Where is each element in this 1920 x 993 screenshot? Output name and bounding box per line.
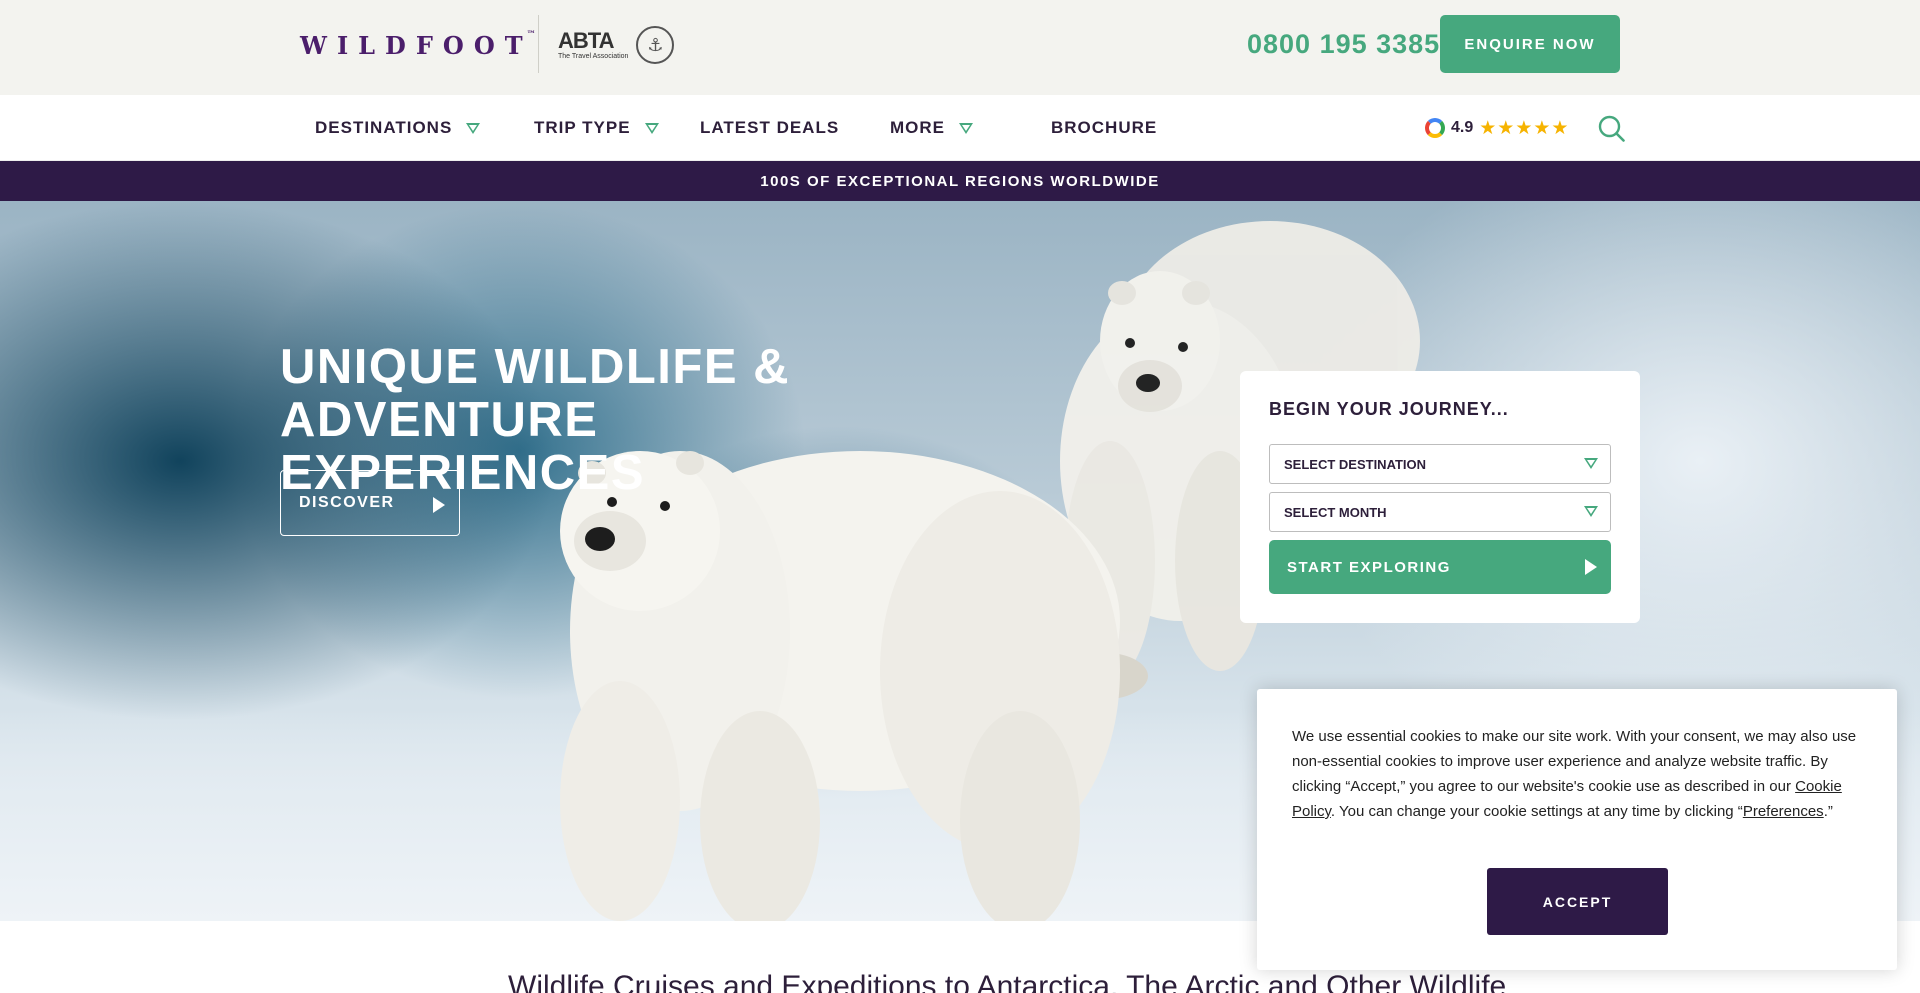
- start-exploring-button[interactable]: START EXPLORING: [1269, 540, 1611, 594]
- top-bar: WILDFOOT ™ ABTA The Travel Association ⚓ …: [0, 0, 1920, 95]
- enquire-now-button[interactable]: ENQUIRE NOW: [1440, 15, 1620, 73]
- nav-item-latest-deals[interactable]: LATEST DEALS: [700, 95, 839, 161]
- start-exploring-label: START EXPLORING: [1287, 558, 1451, 576]
- nav-item-label: MORE: [890, 118, 945, 137]
- promo-banner: 100S OF EXCEPTIONAL REGIONS WORLDWIDE: [0, 161, 1920, 201]
- abta-logo: ABTA The Travel Association ⚓: [558, 24, 688, 66]
- nav-item-trip-type[interactable]: TRIP TYPE: [534, 95, 659, 161]
- rating-stars: ★★★★★: [1479, 117, 1570, 139]
- destination-select-value: SELECT DESTINATION: [1284, 456, 1427, 472]
- month-select-value: SELECT MONTH: [1284, 504, 1387, 520]
- main-nav: DESTINATIONS TRIP TYPE LATEST DEALS MORE…: [0, 95, 1920, 161]
- journey-title: BEGIN YOUR JOURNEY...: [1269, 399, 1509, 419]
- google-rating[interactable]: 4.9 ★★★★★: [1425, 95, 1569, 161]
- nav-item-brochure[interactable]: BROCHURE: [1051, 95, 1157, 161]
- play-arrow-icon: [1585, 559, 1597, 575]
- chevron-down-icon: [959, 122, 973, 134]
- intro-heading: Wildlife Cruises and Expeditions to Anta…: [508, 970, 1507, 993]
- nav-item-label: DESTINATIONS: [315, 118, 453, 137]
- abta-seal-icon: ⚓: [636, 26, 675, 64]
- chevron-down-icon: [466, 122, 481, 134]
- nav-item-label: TRIP TYPE: [534, 118, 631, 137]
- nav-item-destinations[interactable]: DESTINATIONS: [315, 95, 481, 161]
- chevron-down-icon: [1584, 458, 1598, 469]
- discover-button[interactable]: DISCOVER: [280, 470, 460, 536]
- abta-main-text: ABTA: [558, 27, 614, 53]
- google-icon: [1425, 118, 1445, 138]
- header-divider: [538, 15, 539, 73]
- play-arrow-icon: [433, 497, 445, 513]
- accept-cookies-button[interactable]: ACCEPT: [1487, 868, 1668, 935]
- banner-text: 100S OF EXCEPTIONAL REGIONS WORLDWIDE: [760, 172, 1160, 190]
- chevron-down-icon: [1584, 506, 1598, 517]
- journey-search-panel: BEGIN YOUR JOURNEY... SELECT DESTINATION…: [1240, 371, 1640, 623]
- logo-text: WILDFOOT: [300, 30, 533, 60]
- nav-item-label: BROCHURE: [1051, 118, 1158, 137]
- abta-sub-text: The Travel Association: [558, 52, 629, 60]
- cookie-consent-panel: We use essential cookies to make our sit…: [1257, 689, 1897, 970]
- chevron-down-icon: [644, 122, 659, 134]
- phone-number[interactable]: 0800 195 3385: [1247, 29, 1440, 60]
- rating-value: 4.9: [1451, 119, 1474, 136]
- preferences-link[interactable]: Preferences: [1743, 803, 1824, 820]
- hero-title-line-1: UNIQUE WILDLIFE &: [280, 340, 791, 394]
- destination-select[interactable]: SELECT DESTINATION: [1269, 444, 1611, 484]
- nav-item-label: LATEST DEALS: [700, 118, 840, 137]
- wildfoot-logo[interactable]: WILDFOOT ™: [300, 30, 536, 60]
- cookie-message: We use essential cookies to make our sit…: [1292, 728, 1857, 820]
- discover-label: DISCOVER: [299, 494, 395, 511]
- month-select[interactable]: SELECT MONTH: [1269, 492, 1611, 532]
- search-icon[interactable]: [1598, 115, 1625, 142]
- nav-item-more[interactable]: MORE: [890, 95, 973, 161]
